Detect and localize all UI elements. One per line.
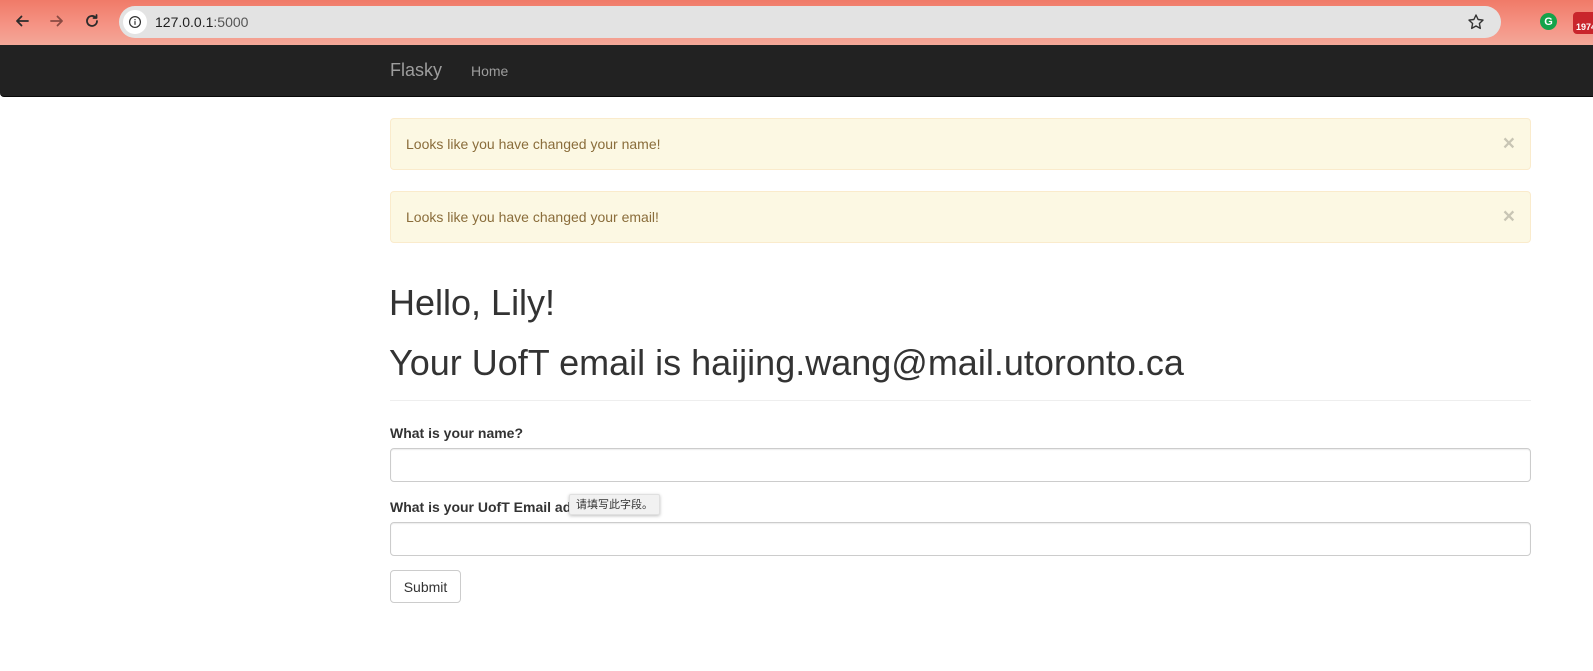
name-field-label: What is your name? [390,425,524,441]
nav-link-home[interactable]: Home [471,63,508,79]
alert-name-changed: Looks like you have changed your name! × [390,118,1531,170]
email-heading: Your UofT email is haijing.wang@mail.uto… [389,342,1184,383]
alert-message: Looks like you have changed your email! [406,209,659,225]
name-input[interactable] [390,448,1531,482]
email-input[interactable] [390,522,1531,556]
grammarly-extension-icon[interactable]: G [1540,13,1557,30]
red-extension-icon[interactable]: 1974 [1573,12,1593,34]
browser-toolbar: 127.0.0.1:5000 G 1974 [0,0,1593,45]
alert-close-button[interactable]: × [1503,133,1515,154]
email-field-label: What is your UofT Email ad [390,499,572,515]
header-divider [390,400,1531,401]
site-info-button[interactable] [123,10,147,34]
alert-message: Looks like you have changed your name! [406,136,661,152]
validation-tooltip: 请填写此字段。 [569,494,660,515]
address-bar[interactable]: 127.0.0.1:5000 [119,6,1501,38]
alert-email-changed: Looks like you have changed your email! … [390,191,1531,243]
back-button[interactable] [11,10,33,32]
navbar-brand[interactable]: Flasky [390,60,442,81]
forward-button[interactable] [46,10,68,32]
reload-icon [86,14,98,27]
bookmark-star-button[interactable] [1467,13,1485,31]
arrow-right-icon [50,15,63,27]
site-navbar: Flasky Home [0,45,1593,97]
url-port: :5000 [213,14,249,30]
info-icon [128,15,142,29]
reload-button[interactable] [81,10,103,32]
arrow-left-icon [16,15,29,27]
red-extension-label: 1974 [1575,22,1593,32]
url-text: 127.0.0.1:5000 [155,14,248,30]
star-icon [1468,14,1484,30]
submit-button[interactable]: Submit [390,570,461,603]
alert-close-button[interactable]: × [1503,206,1515,227]
greeting-heading: Hello, Lily! [389,282,556,323]
url-host: 127.0.0.1 [155,14,214,30]
